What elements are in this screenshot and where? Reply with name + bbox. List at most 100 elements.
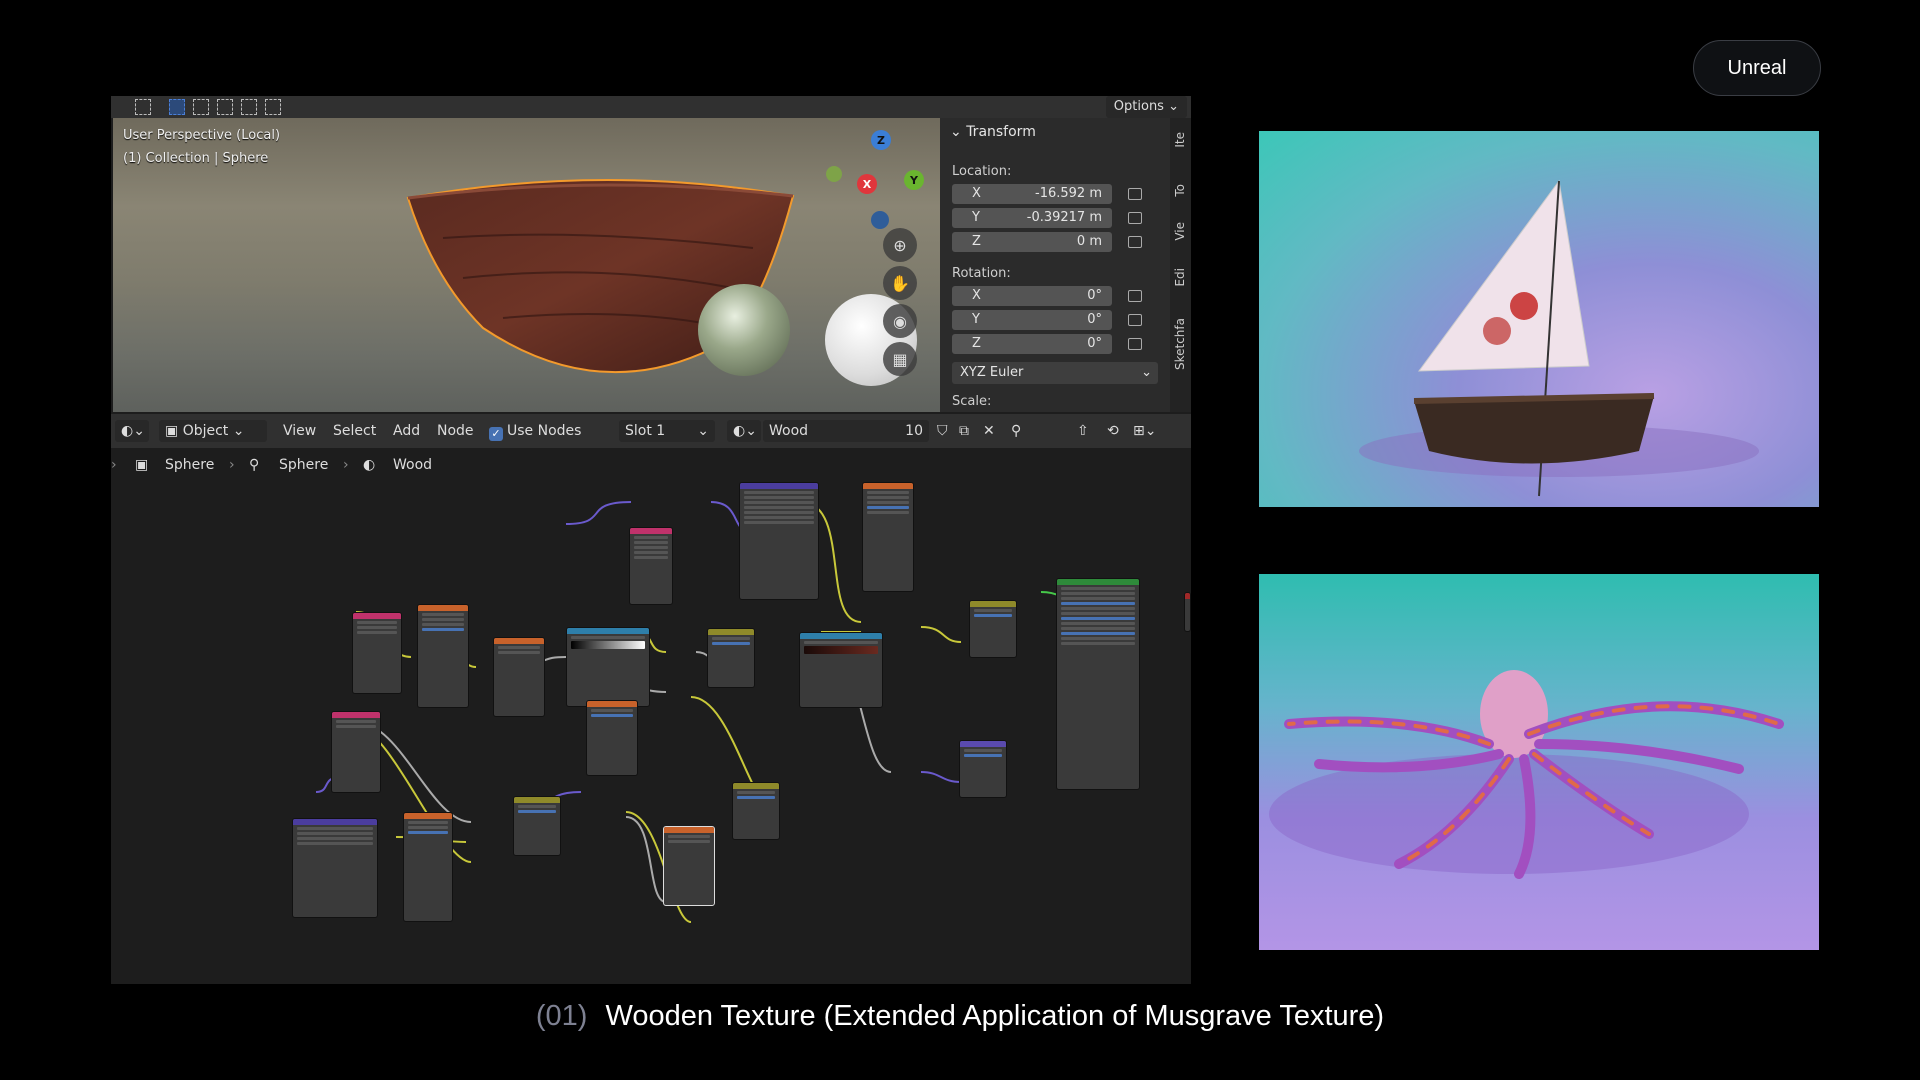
snap-mode-icon[interactable]: ⊞⌄	[1133, 420, 1156, 442]
checkmark-icon: ✓	[489, 427, 503, 441]
pin-icon[interactable]: ⚲	[1011, 420, 1021, 442]
mapping-node[interactable]	[292, 818, 378, 918]
gizmo-neg-y-axis[interactable]	[826, 166, 842, 182]
color-ramp-node[interactable]	[799, 632, 883, 708]
sidebar-tabs: Ite To Vie Edi Sketchfa	[1170, 118, 1191, 412]
principled-bsdf-node[interactable]	[1056, 578, 1140, 790]
mesh-icon: ⚲	[249, 457, 260, 473]
mix-node[interactable]	[732, 782, 780, 840]
lock-icon[interactable]	[1128, 236, 1142, 248]
breadcrumb-mesh[interactable]: Sphere	[279, 457, 328, 473]
tab-view[interactable]: Vie	[1173, 222, 1189, 241]
select-intersect-icon[interactable]	[265, 99, 281, 115]
menu-select[interactable]: Select	[333, 420, 376, 442]
lock-icon[interactable]	[1128, 188, 1142, 200]
select-box-icon[interactable]	[169, 99, 185, 115]
material-icon: ◐	[363, 457, 376, 473]
noise-texture-node[interactable]	[403, 812, 453, 922]
breadcrumb-material[interactable]: Wood	[393, 457, 432, 473]
breadcrumb-object[interactable]: Sphere	[165, 457, 214, 473]
bump-node[interactable]	[959, 740, 1007, 798]
rotation-mode-dropdown[interactable]: XYZ Euler ⌄	[952, 362, 1158, 384]
gizmo-z-axis[interactable]: Z	[871, 130, 891, 150]
options-dropdown[interactable]: Options ⌄	[1105, 96, 1187, 118]
unreal-button[interactable]: Unreal	[1693, 40, 1821, 96]
copy-icon[interactable]: ⧉	[959, 420, 969, 442]
texture-coordinate-node[interactable]	[352, 612, 402, 694]
tab-edit[interactable]: Edi	[1173, 268, 1189, 287]
noise-texture-node[interactable]	[862, 482, 914, 592]
transform-panel: ⌄ Transform Location: X -16.592 m Y -0.392…	[940, 118, 1170, 412]
grid-perspective-icon[interactable]: ▦	[883, 342, 917, 376]
object-mode-dropdown[interactable]: ▣ Object ⌄	[159, 420, 267, 442]
material-browse-icon[interactable]: ◐⌄	[727, 420, 761, 442]
location-label: Location:	[952, 164, 1012, 179]
caption-title: Wooden Texture (Extended Application of …	[605, 1000, 1385, 1032]
collection-label: (1) Collection | Sphere	[123, 151, 269, 166]
sailboat-image	[1359, 179, 1759, 497]
octopus-image	[1269, 670, 1784, 879]
texture-coordinate-node[interactable]	[331, 711, 381, 793]
tab-item[interactable]: Ite	[1173, 132, 1189, 148]
musgrave-texture-node[interactable]	[493, 637, 545, 717]
sailboat-render	[1259, 131, 1819, 507]
snap-icon[interactable]: ⟲	[1107, 420, 1119, 442]
lock-icon[interactable]	[1128, 212, 1142, 224]
location-z-field[interactable]: Z0 m	[952, 232, 1112, 252]
location-x-field[interactable]: X -16.592 m	[952, 184, 1112, 204]
tab-sketchfab[interactable]: Sketchfa	[1173, 318, 1189, 370]
use-nodes-checkbox[interactable]: ✓ Use Nodes	[489, 420, 581, 442]
lock-icon[interactable]	[1128, 314, 1142, 326]
slot-dropdown[interactable]: Slot 1 ⌄	[619, 420, 715, 442]
select-subtract-icon[interactable]	[217, 99, 233, 115]
3d-viewport[interactable]: User Perspective (Local) (1) Collection …	[113, 118, 940, 412]
lock-icon[interactable]	[1128, 290, 1142, 302]
menu-node[interactable]: Node	[437, 420, 474, 442]
gizmo-x-axis[interactable]: X	[857, 174, 877, 194]
mix-node[interactable]	[707, 628, 755, 688]
breadcrumb: › ▣ Sphere › ⚲ Sphere › ◐ Wood	[111, 448, 1191, 482]
select-extend-icon[interactable]	[193, 99, 209, 115]
noise-texture-node[interactable]	[417, 604, 469, 708]
node-canvas[interactable]	[111, 482, 1191, 984]
chevron-right-icon: ›	[111, 457, 117, 473]
menu-view[interactable]: View	[283, 420, 316, 442]
rotation-y-field[interactable]: Y 0°	[952, 310, 1112, 330]
parent-node-icon[interactable]: ⇧	[1077, 420, 1089, 442]
mix-node[interactable]	[513, 796, 561, 856]
view-perspective-label: User Perspective (Local)	[123, 128, 281, 143]
material-output-node[interactable]	[1184, 592, 1191, 632]
blender-window: Options ⌄ User Perspective (Local) (1) C…	[111, 96, 1191, 984]
scale-label: Scale:	[952, 394, 992, 409]
lock-icon[interactable]	[1128, 338, 1142, 350]
mapping-node[interactable]	[739, 482, 819, 600]
transform-panel-title[interactable]: ⌄ Transform	[950, 124, 1036, 140]
color-ramp-node[interactable]	[566, 627, 650, 707]
close-icon[interactable]: ✕	[983, 420, 995, 442]
chevron-right-icon: ›	[343, 457, 349, 473]
pan-hand-icon[interactable]: ✋	[883, 266, 917, 300]
select-invert-icon[interactable]	[241, 99, 257, 115]
mix-node[interactable]	[969, 600, 1017, 658]
tab-tool[interactable]: To	[1173, 184, 1189, 197]
editor-type-icon[interactable]: ◐⌄	[115, 420, 149, 442]
viewport-header: Options ⌄	[111, 96, 1191, 118]
select-cursor-icon[interactable]	[135, 99, 151, 115]
musgrave-texture-node[interactable]	[663, 826, 715, 906]
menu-add[interactable]: Add	[393, 420, 420, 442]
rotation-x-field[interactable]: X 0°	[952, 286, 1112, 306]
octopus-render	[1259, 574, 1819, 950]
wave-texture-node[interactable]	[586, 700, 638, 776]
gizmo-y-axis[interactable]: Y	[904, 170, 924, 190]
zoom-icon[interactable]: ⊕	[883, 228, 917, 262]
camera-icon[interactable]: ◉	[883, 304, 917, 338]
chevron-right-icon: ›	[229, 457, 235, 473]
shield-icon[interactable]: ⛉	[937, 420, 948, 442]
node-editor-header: ◐⌄ ▣ Object ⌄ View Select Add Node ✓ Use …	[111, 414, 1191, 448]
gizmo-neg-z-axis[interactable]	[871, 211, 889, 229]
material-name-field[interactable]: Wood 10	[763, 420, 929, 442]
location-y-field[interactable]: Y -0.39217 m	[952, 208, 1112, 228]
rotation-z-field[interactable]: Z 0°	[952, 334, 1112, 354]
hdri-sphere-preview	[698, 284, 790, 376]
texture-coordinate-node[interactable]	[629, 527, 673, 605]
